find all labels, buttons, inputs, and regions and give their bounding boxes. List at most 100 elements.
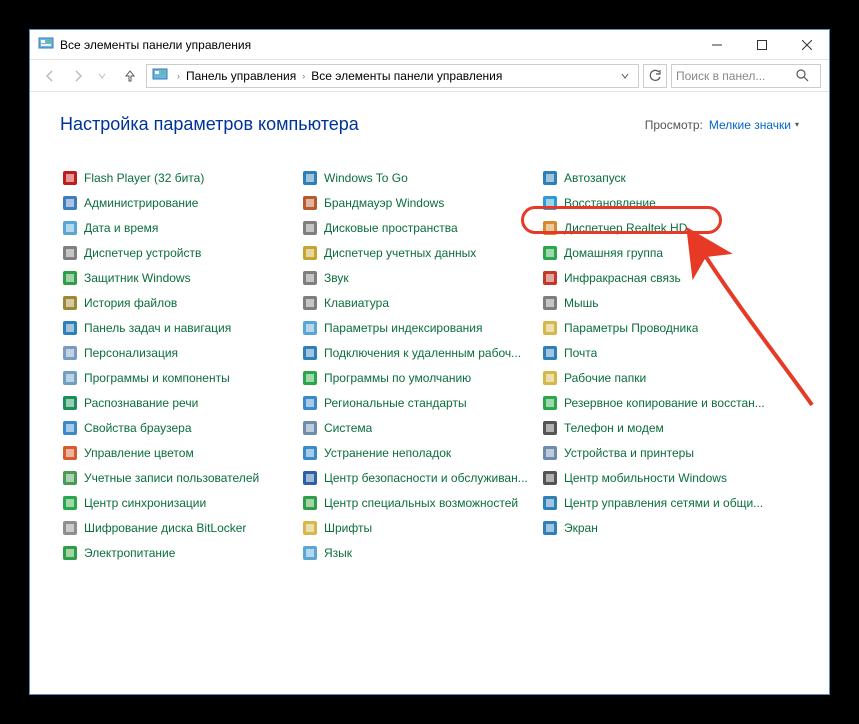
control-panel-item[interactable]: Панель задач и навигация xyxy=(60,315,300,340)
item-label: Инфракрасная связь xyxy=(564,271,681,285)
control-panel-item[interactable]: Параметры Проводника xyxy=(540,315,780,340)
control-panel-item[interactable]: Региональные стандарты xyxy=(300,390,540,415)
item-icon xyxy=(542,295,558,311)
control-panel-item[interactable]: Диспетчер Realtek HD xyxy=(540,215,780,240)
history-dropdown[interactable] xyxy=(94,64,110,88)
page-header: Настройка параметров компьютера Просмотр… xyxy=(60,114,799,135)
control-panel-item[interactable]: Центр безопасности и обслуживан... xyxy=(300,465,540,490)
control-panel-item[interactable]: Инфракрасная связь xyxy=(540,265,780,290)
item-icon xyxy=(62,295,78,311)
control-panel-item[interactable]: Диспетчер устройств xyxy=(60,240,300,265)
item-label: Брандмауэр Windows xyxy=(324,196,444,210)
control-panel-item[interactable]: Домашняя группа xyxy=(540,240,780,265)
item-icon xyxy=(62,320,78,336)
control-panel-item[interactable]: Центр управления сетями и общи... xyxy=(540,490,780,515)
control-panel-item[interactable]: Мышь xyxy=(540,290,780,315)
item-icon xyxy=(302,395,318,411)
control-panel-item[interactable]: Резервное копирование и восстан... xyxy=(540,390,780,415)
control-panel-item[interactable]: Защитник Windows xyxy=(60,265,300,290)
control-panel-item[interactable]: Администрирование xyxy=(60,190,300,215)
control-panel-item[interactable]: Windows To Go xyxy=(300,165,540,190)
control-panel-item[interactable]: Управление цветом xyxy=(60,440,300,465)
item-icon xyxy=(302,370,318,386)
maximize-button[interactable] xyxy=(739,30,784,59)
control-panel-item[interactable]: Устранение неполадок xyxy=(300,440,540,465)
view-selector[interactable]: Мелкие значки xyxy=(709,118,799,132)
control-panel-item[interactable]: Язык xyxy=(300,540,540,565)
control-panel-item[interactable]: Экран xyxy=(540,515,780,540)
control-panel-item[interactable]: Параметры индексирования xyxy=(300,315,540,340)
control-panel-item[interactable]: Восстановление xyxy=(540,190,780,215)
item-icon xyxy=(62,370,78,386)
control-panel-item[interactable]: Распознавание речи xyxy=(60,390,300,415)
item-icon xyxy=(302,470,318,486)
item-label: Дата и время xyxy=(84,221,158,235)
item-icon xyxy=(302,170,318,186)
forward-button[interactable] xyxy=(66,64,90,88)
control-panel-item[interactable]: Программы и компоненты xyxy=(60,365,300,390)
item-label: Дисковые пространства xyxy=(324,221,458,235)
window-title: Все элементы панели управления xyxy=(60,38,694,52)
item-label: Параметры индексирования xyxy=(324,321,482,335)
control-panel-item[interactable]: Клавиатура xyxy=(300,290,540,315)
up-button[interactable] xyxy=(118,64,142,88)
item-label: Резервное копирование и восстан... xyxy=(564,396,765,410)
control-panel-item[interactable]: Телефон и модем xyxy=(540,415,780,440)
control-panel-item[interactable]: Брандмауэр Windows xyxy=(300,190,540,215)
breadcrumb-control-panel[interactable]: Панель управления xyxy=(184,69,298,83)
control-panel-item[interactable]: Центр мобильности Windows xyxy=(540,465,780,490)
item-label: Центр безопасности и обслуживан... xyxy=(324,471,528,485)
item-label: Звук xyxy=(324,271,349,285)
control-panel-item[interactable]: Шифрование диска BitLocker xyxy=(60,515,300,540)
control-panel-item[interactable]: Электропитание xyxy=(60,540,300,565)
control-panel-item[interactable]: Персонализация xyxy=(60,340,300,365)
control-panel-item[interactable]: Центр специальных возможностей xyxy=(300,490,540,515)
item-label: Диспетчер учетных данных xyxy=(324,246,476,260)
control-panel-item[interactable]: Свойства браузера xyxy=(60,415,300,440)
item-label: Панель задач и навигация xyxy=(84,321,231,335)
control-panel-item[interactable]: Звук xyxy=(300,265,540,290)
control-panel-item[interactable]: Почта xyxy=(540,340,780,365)
control-panel-item[interactable]: Дата и время xyxy=(60,215,300,240)
item-label: Windows To Go xyxy=(324,171,408,185)
item-icon xyxy=(542,320,558,336)
close-button[interactable] xyxy=(784,30,829,59)
item-label: Региональные стандарты xyxy=(324,396,467,410)
control-panel-item[interactable]: Центр синхронизации xyxy=(60,490,300,515)
control-panel-item[interactable]: Система xyxy=(300,415,540,440)
control-panel-item[interactable]: Программы по умолчанию xyxy=(300,365,540,390)
refresh-button[interactable] xyxy=(643,64,667,88)
control-panel-item[interactable]: Учетные записи пользователей xyxy=(60,465,300,490)
chevron-down-icon[interactable] xyxy=(614,65,636,87)
item-label: Клавиатура xyxy=(324,296,389,310)
control-panel-item[interactable]: Рабочие папки xyxy=(540,365,780,390)
control-panel-item[interactable]: Автозапуск xyxy=(540,165,780,190)
item-icon xyxy=(542,370,558,386)
back-button[interactable] xyxy=(38,64,62,88)
item-icon xyxy=(302,295,318,311)
item-icon xyxy=(62,345,78,361)
control-panel-item[interactable]: История файлов xyxy=(60,290,300,315)
control-panel-item[interactable]: Flash Player (32 бита) xyxy=(60,165,300,190)
control-panel-item[interactable]: Подключения к удаленным рабоч... xyxy=(300,340,540,365)
search-box[interactable] xyxy=(671,64,821,88)
item-label: Шифрование диска BitLocker xyxy=(84,521,246,535)
item-label: Центр управления сетями и общи... xyxy=(564,496,763,510)
control-panel-item[interactable]: Устройства и принтеры xyxy=(540,440,780,465)
page-title: Настройка параметров компьютера xyxy=(60,114,645,135)
address-bar[interactable]: › Панель управления › Все элементы панел… xyxy=(146,64,639,88)
control-panel-icon xyxy=(151,67,169,85)
minimize-button[interactable] xyxy=(694,30,739,59)
item-icon xyxy=(62,445,78,461)
item-icon xyxy=(542,345,558,361)
item-icon xyxy=(62,195,78,211)
control-panel-window: Все элементы панели управления › Панель … xyxy=(29,29,830,695)
control-panel-item[interactable]: Дисковые пространства xyxy=(300,215,540,240)
control-panel-item[interactable]: Шрифты xyxy=(300,515,540,540)
control-panel-item[interactable]: Диспетчер учетных данных xyxy=(300,240,540,265)
search-input[interactable] xyxy=(676,69,794,83)
item-icon xyxy=(542,470,558,486)
item-icon xyxy=(302,495,318,511)
item-icon xyxy=(542,170,558,186)
breadcrumb-all-items[interactable]: Все элементы панели управления xyxy=(309,69,504,83)
